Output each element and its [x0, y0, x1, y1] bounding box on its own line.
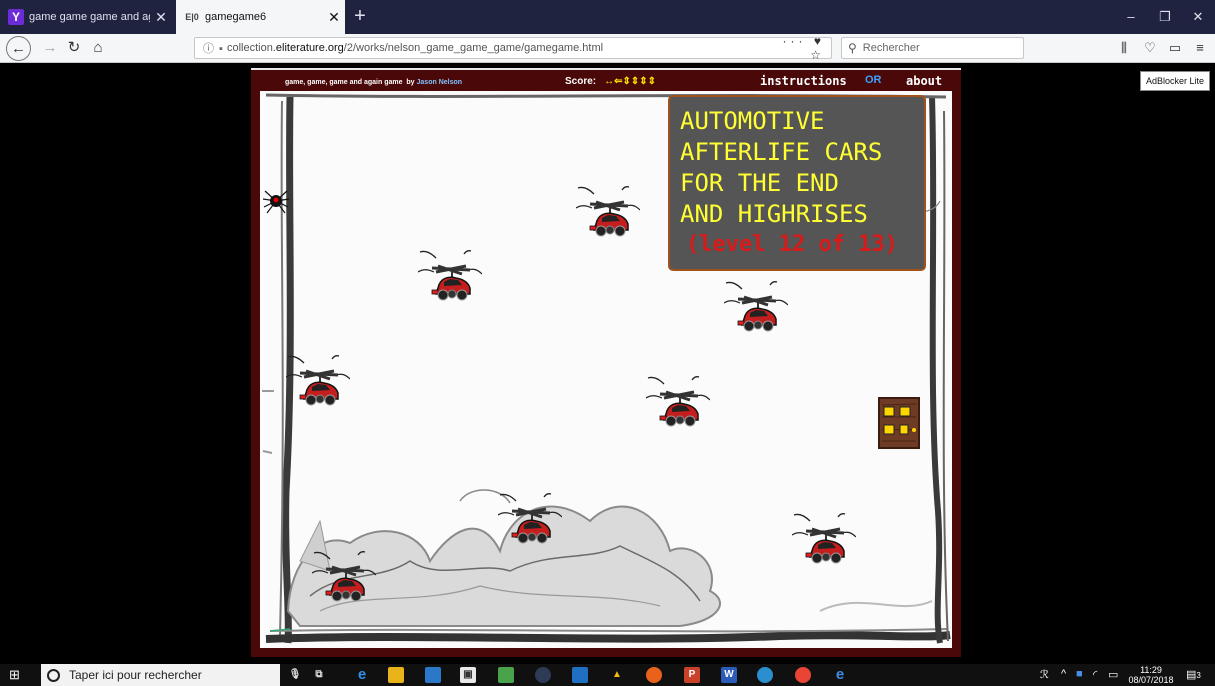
search-placeholder: Rechercher	[862, 42, 920, 54]
firefox-icon[interactable]	[646, 667, 662, 683]
game-frame: game, game, game and again game by Jason…	[251, 68, 961, 657]
level-counter: (level 12 of 13)	[686, 232, 898, 257]
helicopter-car-icon	[576, 184, 640, 242]
google-drive-icon[interactable]: ▲	[609, 667, 625, 683]
helicopter-car-icon	[286, 353, 350, 411]
door-icon	[878, 397, 922, 449]
score-display: Score: ↔⇐⇕⇕⇕⇕	[565, 76, 657, 87]
close-tab-icon[interactable]: ✕	[323, 9, 345, 26]
game-title: game, game, game and again game by Jason…	[285, 79, 463, 86]
url-bar[interactable]: ⓘ ▪ collection.eliterature.org/2/works/n…	[194, 34, 832, 62]
menu-icon[interactable]: ≡	[1188, 37, 1212, 59]
notifications-icon[interactable]: ▤3	[1186, 668, 1201, 681]
clock-time: 11:29	[1140, 665, 1162, 675]
level-title-line: AUTOMOTIVE	[680, 107, 825, 135]
windows-start-icon[interactable]: ⊞	[9, 667, 25, 683]
yahoo-favicon-icon: Y	[8, 9, 24, 25]
screen: Y game game game and again g ✕ E|0 gameg…	[0, 0, 1215, 686]
sidebar-icon[interactable]: ▭	[1163, 37, 1187, 59]
helicopter-car-icon	[646, 374, 710, 432]
chrome-icon[interactable]	[795, 667, 811, 683]
tab-title: gamegame6	[205, 11, 267, 23]
app-icon[interactable]	[498, 667, 514, 683]
game-playfield[interactable]: AUTOMOTIVE AFTERLIFE CARS FOR THE END AN…	[260, 91, 952, 648]
microphone-icon[interactable]: 🎙	[287, 667, 303, 683]
taskbar-search-placeholder: Taper ici pour rechercher	[69, 668, 202, 682]
instructions-link[interactable]: instructions	[760, 74, 847, 88]
tab-strip: Y game game game and again g ✕ E|0 gameg…	[0, 0, 1215, 34]
tray-expand-icon[interactable]: ^	[1061, 668, 1066, 680]
people-icon[interactable]: ℛ	[1040, 668, 1049, 681]
spider-icon	[263, 188, 289, 214]
photos-icon[interactable]	[425, 667, 441, 683]
back-button[interactable]: ←	[6, 36, 31, 61]
navigation-toolbar: ← → ↻ ⌂ ⓘ ▪ collection.eliterature.org/2…	[0, 34, 1215, 63]
level-title-line: AND HIGHRISES	[680, 200, 868, 228]
adblocker-tooltip: AdBlocker Lite	[1140, 71, 1210, 91]
volume-icon[interactable]: ▭	[1108, 668, 1118, 681]
game-header: game, game, game and again game by Jason…	[251, 68, 961, 90]
about-link[interactable]: about	[906, 74, 942, 88]
search-icon: ⚲	[848, 41, 857, 55]
author-link[interactable]: Jason Nelson	[417, 79, 463, 86]
pocket-icon[interactable]: ♡	[1138, 37, 1162, 59]
tray-app-icon[interactable]: ■	[1076, 668, 1083, 680]
page-actions-icon[interactable]: ··· ♥ ☆	[763, 34, 831, 62]
minimize-button[interactable]: –	[1114, 0, 1148, 34]
file-explorer-icon[interactable]	[388, 667, 404, 683]
page-favicon-icon: E|0	[185, 12, 199, 22]
helicopter-car-icon	[418, 248, 482, 306]
restore-button[interactable]: ❐	[1148, 0, 1182, 34]
app-icon[interactable]	[535, 667, 551, 683]
tab-gamegame6[interactable]: E|0 gamegame6 ✕	[176, 0, 345, 34]
powerpoint-icon[interactable]: P	[684, 667, 700, 683]
score-glyphs: ↔⇐⇕⇕⇕⇕	[604, 76, 657, 87]
tab-game-game[interactable]: Y game game game and again g ✕	[0, 0, 172, 34]
forward-button[interactable]: →	[38, 36, 62, 60]
clock-date: 08/07/2018	[1128, 675, 1174, 685]
edge-icon[interactable]: e	[354, 667, 370, 683]
new-tab-button[interactable]: +	[348, 0, 372, 34]
level-title-line: AFTERLIFE CARS	[680, 138, 883, 166]
close-window-button[interactable]: ✕	[1181, 0, 1215, 34]
site-info-icon[interactable]: ⓘ ▪	[195, 40, 227, 56]
reload-button[interactable]: ↻	[62, 36, 86, 60]
helicopter-car-icon	[312, 549, 376, 607]
helicopter-car-icon	[792, 511, 856, 569]
cortana-icon	[47, 668, 60, 682]
url-text: collection.eliterature.org/2/works/nelso…	[227, 42, 604, 54]
notification-count: 3	[1196, 671, 1201, 680]
level-info-box: AUTOMOTIVE AFTERLIFE CARS FOR THE END AN…	[668, 95, 926, 271]
library-icon[interactable]: ⫼	[1112, 37, 1136, 59]
taskbar-search-input[interactable]: Taper ici pour rechercher	[41, 664, 280, 686]
close-tab-icon[interactable]: ✕	[150, 9, 172, 26]
wifi-icon[interactable]: ◜	[1093, 668, 1097, 681]
home-button[interactable]: ⌂	[86, 36, 110, 60]
app-icon[interactable]	[572, 667, 588, 683]
helicopter-car-icon	[498, 491, 562, 549]
helicopter-car-icon	[724, 279, 788, 337]
tab-title: game game game and again g	[29, 11, 150, 23]
word-icon[interactable]: W	[721, 667, 737, 683]
level-title-line: FOR THE END	[680, 169, 839, 197]
internet-explorer-icon[interactable]: e	[832, 667, 848, 683]
task-view-icon[interactable]: ⧉	[311, 667, 327, 683]
windows-taskbar: ⊞ Taper ici pour rechercher 🎙 ⧉ e ▣ ▲ P …	[0, 664, 1215, 686]
store-icon[interactable]: ▣	[460, 667, 476, 683]
search-input[interactable]: ⚲ Rechercher	[841, 37, 1024, 59]
or-label: OR	[865, 74, 882, 86]
app-icon[interactable]	[757, 667, 773, 683]
taskbar-clock[interactable]: 11:29 08/07/2018	[1126, 665, 1176, 685]
